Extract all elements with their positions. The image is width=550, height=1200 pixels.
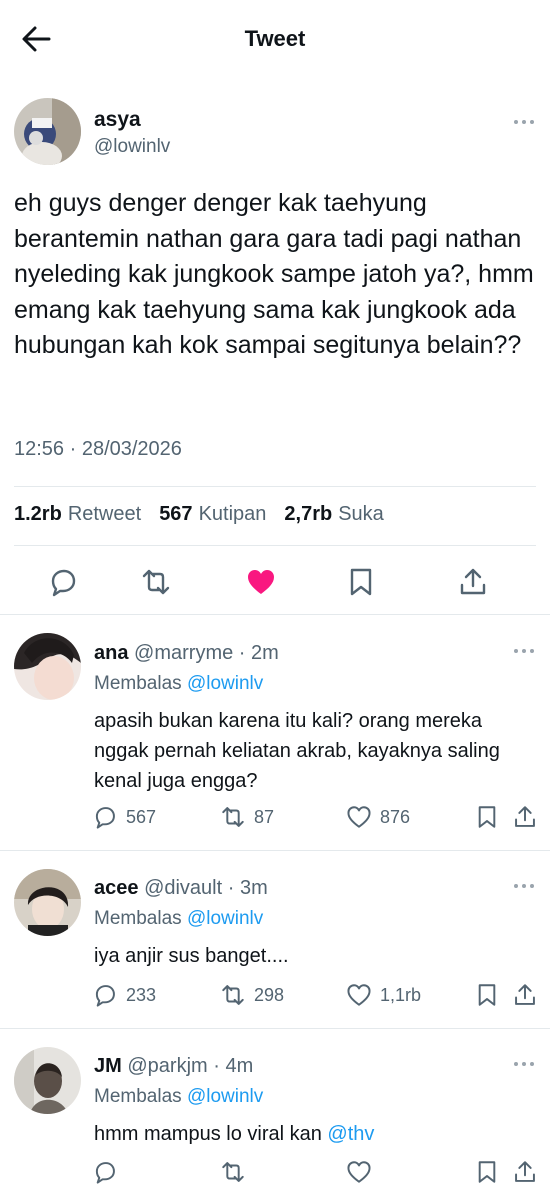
tweet-timestamp[interactable]: 12:56 · 28/03/2026 (14, 438, 182, 461)
reply-button[interactable]: 233 (92, 982, 156, 1008)
share-button[interactable] (512, 804, 538, 830)
replying-to: Membalas @lowinlv (94, 908, 264, 929)
replying-to: Membalas @lowinlv (94, 673, 264, 694)
comment-icon (95, 1162, 115, 1184)
bookmark-icon (350, 568, 372, 596)
retweet-icon (222, 807, 244, 827)
heart-filled-icon (248, 570, 274, 594)
like-button[interactable]: 876 (346, 804, 410, 830)
replying-to: Membalas @lowinlv (94, 1086, 264, 1107)
avatar[interactable] (14, 98, 81, 165)
comment-icon (51, 569, 76, 597)
bookmark-icon (478, 984, 496, 1006)
mention-link[interactable]: @thv (327, 1123, 374, 1145)
like-button[interactable]: 1,1rb (346, 982, 421, 1008)
retweet-icon (222, 1162, 244, 1182)
avatar[interactable] (14, 1047, 81, 1114)
reply-text: iya anjir sus banget.... (94, 945, 289, 967)
share-icon (515, 806, 535, 827)
reply-tweet[interactable]: acee @divault · 3m Membalas @lowinlv iya… (0, 851, 550, 1028)
author-handle[interactable]: @lowinlv (94, 136, 170, 158)
mention-link[interactable]: @lowinlv (187, 908, 263, 929)
reply-author[interactable]: acee @divault · 3m (94, 877, 268, 900)
avatar[interactable] (14, 869, 81, 936)
retweet-button[interactable]: 87 (220, 804, 274, 830)
divider (14, 545, 536, 546)
mention-link[interactable]: @lowinlv (187, 1086, 263, 1107)
heart-icon (347, 984, 371, 1006)
reply-text: apasih bukan karena itu kali? orang mere… (94, 710, 500, 792)
share-icon (515, 1161, 535, 1182)
heart-icon (347, 806, 371, 828)
retweet-icon (222, 985, 244, 1005)
share-button[interactable] (457, 566, 489, 598)
like-button[interactable] (346, 1159, 380, 1185)
tweet-stats: 1.2rb Retweet 567 Kutipan 2,7rb Suka (14, 503, 384, 526)
retweet-count: 298 (254, 984, 285, 1005)
reply-author[interactable]: JM @parkjm · 4m (94, 1055, 253, 1078)
comment-icon (95, 807, 115, 829)
avatar[interactable] (14, 633, 81, 700)
retweet-button[interactable]: 298 (220, 982, 284, 1008)
reply-action-bar (92, 1159, 542, 1187)
share-icon (460, 568, 486, 595)
retweet-count: 87 (254, 806, 275, 827)
top-bar: Tweet (0, 0, 550, 78)
tweet-action-bar (0, 558, 550, 614)
reply-button[interactable] (92, 1159, 126, 1185)
page-title: Tweet (244, 26, 306, 51)
more-options-icon[interactable] (514, 884, 534, 888)
like-count: 876 (380, 806, 411, 827)
bookmark-icon (478, 806, 496, 828)
comment-icon (95, 985, 115, 1007)
reply-count: 233 (126, 984, 157, 1005)
reply-tweet[interactable]: ana @marryme · 2m Membalas @lowinlv apas… (0, 615, 550, 850)
like-button[interactable] (245, 566, 277, 598)
reply-action-bar: 567 87 876 (92, 804, 542, 832)
reply-button[interactable] (47, 566, 79, 598)
retweet-button[interactable] (140, 566, 172, 598)
bookmark-button[interactable] (474, 982, 500, 1008)
reply-author[interactable]: ana @marryme · 2m (94, 642, 279, 665)
more-options-icon[interactable] (514, 1062, 534, 1066)
bookmark-button[interactable] (345, 566, 377, 598)
tweet-text: eh guys denger denger kak taehyung beran… (14, 189, 534, 359)
quote-stat[interactable]: 567 Kutipan (159, 503, 266, 526)
retweet-stat[interactable]: 1.2rb Retweet (14, 503, 141, 526)
heart-icon (347, 1161, 371, 1183)
reply-text: hmm mampus lo viral kan @thv (94, 1123, 375, 1145)
reply-tweet[interactable]: JM @parkjm · 4m Membalas @lowinlv hmm ma… (0, 1029, 550, 1200)
reply-count: 567 (126, 806, 157, 827)
like-stat[interactable]: 2,7rb Suka (284, 503, 383, 526)
reply-action-bar: 233 298 1,1rb (92, 982, 542, 1010)
bookmark-icon (478, 1161, 496, 1183)
bookmark-button[interactable] (474, 1159, 500, 1185)
share-button[interactable] (512, 982, 538, 1008)
retweet-button[interactable] (220, 1159, 254, 1185)
more-options-icon[interactable] (514, 649, 534, 653)
share-icon (515, 984, 535, 1005)
like-count: 1,1rb (380, 984, 422, 1005)
share-button[interactable] (512, 1159, 538, 1185)
author-name[interactable]: asya (94, 108, 141, 132)
mention-link[interactable]: @lowinlv (187, 673, 263, 694)
bookmark-button[interactable] (474, 804, 500, 830)
retweet-icon (142, 569, 170, 595)
reply-button[interactable]: 567 (92, 804, 156, 830)
divider (14, 486, 536, 487)
more-options-icon[interactable] (514, 120, 534, 124)
